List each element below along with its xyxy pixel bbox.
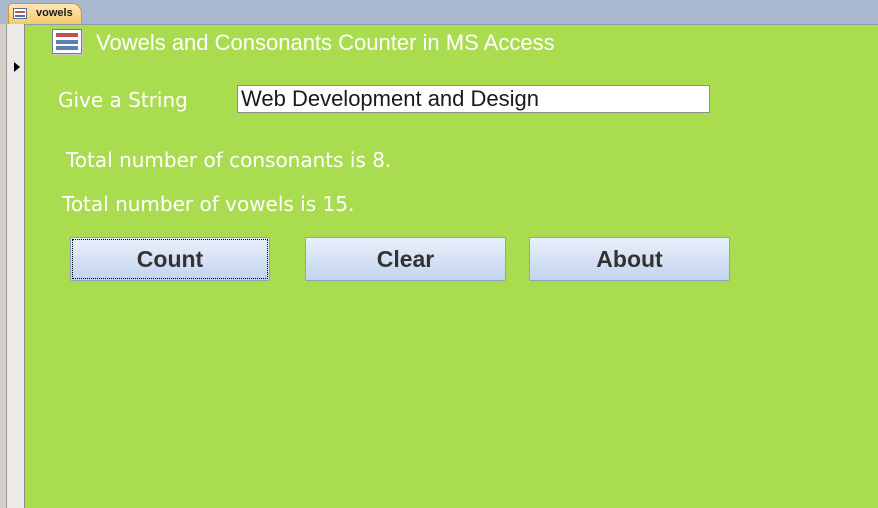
clear-button[interactable]: Clear — [305, 237, 506, 281]
tab-vowels[interactable]: vowels — [8, 3, 82, 24]
count-button[interactable]: Count — [70, 237, 270, 281]
current-record-arrow-icon — [14, 62, 20, 72]
form-icon — [13, 8, 27, 19]
vowels-result: Total number of vowels is 15. — [62, 192, 355, 216]
form-header-icon — [52, 29, 82, 54]
record-selector[interactable] — [6, 24, 25, 508]
form-title: Vowels and Consonants Counter in MS Acce… — [96, 30, 555, 55]
about-button[interactable]: About — [529, 237, 730, 281]
consonants-result: Total number of consonants is 8. — [66, 148, 392, 172]
document-tab-strip: vowels — [0, 0, 878, 25]
string-input[interactable] — [237, 85, 710, 113]
input-label: Give a String — [58, 88, 188, 112]
tab-label: vowels — [36, 7, 73, 19]
